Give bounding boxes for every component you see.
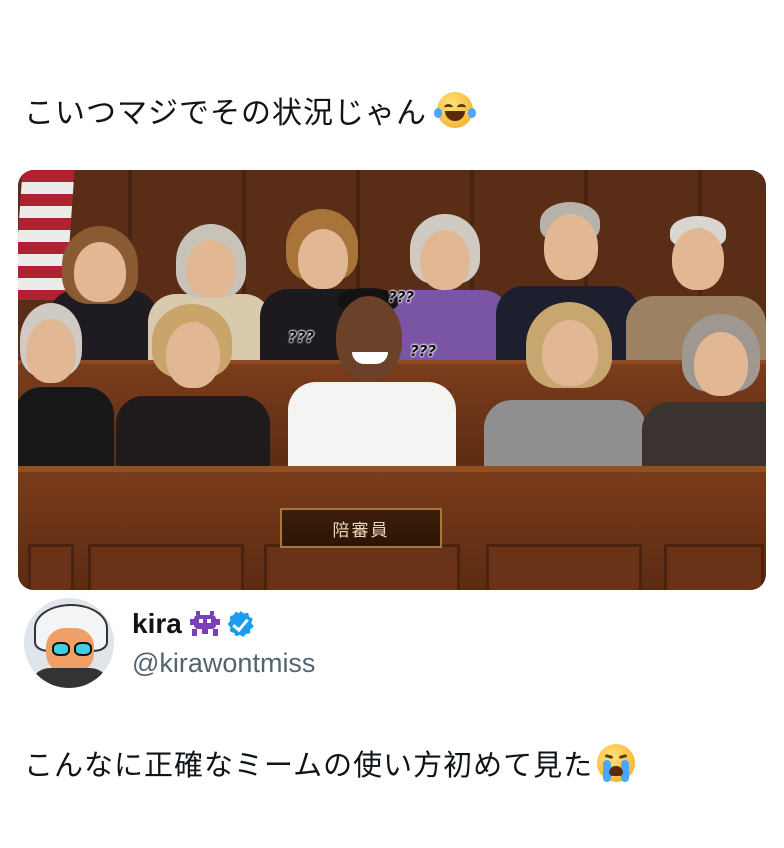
post-body: こんなに正確なミームの使い方初めて見た (24, 742, 636, 784)
verified-badge-icon (227, 611, 254, 637)
face-with-tears-of-joy-icon (434, 92, 476, 128)
loudly-crying-face-icon (597, 744, 636, 782)
question-marks-label: ??? (410, 342, 437, 360)
name-row: kira (132, 608, 254, 640)
avatar[interactable] (24, 598, 114, 688)
post-body-text: こんなに正確なミームの使い方初めて見た (24, 748, 594, 782)
post-author: kira @kirawontmiss (24, 598, 724, 688)
jury-plaque: 陪審員 (280, 508, 442, 548)
caption-text: こいつマジでその状況じゃん (24, 96, 427, 131)
alien-monster-icon (189, 611, 220, 637)
author-handle[interactable]: @kirawontmiss (132, 648, 315, 679)
post-image[interactable]: ??? ??? ??? 陪審員 (18, 170, 766, 590)
author-name[interactable]: kira (132, 608, 182, 640)
quote-caption: こいつマジでその状況じゃん (24, 88, 476, 132)
question-marks-label: ??? (388, 288, 415, 306)
question-marks-label: ??? (288, 328, 315, 346)
